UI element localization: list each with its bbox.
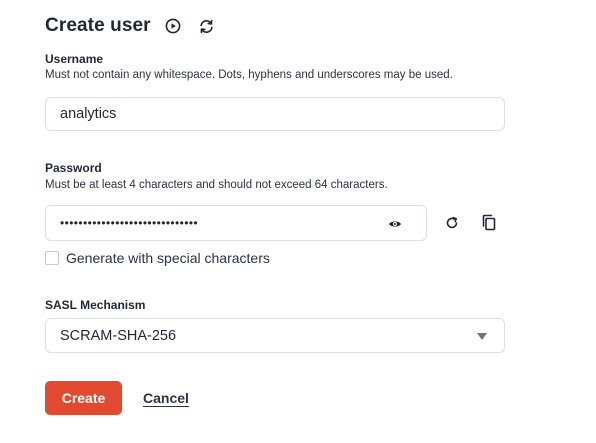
- header: Create user: [45, 13, 216, 39]
- password-value: ••••••••••••••••••••••••••••••: [60, 216, 199, 230]
- special-characters-label: Generate with special characters: [66, 250, 270, 266]
- username-help-text: Must not contain any whitespace. Dots, h…: [45, 69, 453, 81]
- password-input[interactable]: ••••••••••••••••••••••••••••••: [45, 205, 427, 241]
- sasl-label: SASL Mechanism: [45, 298, 146, 312]
- cancel-link[interactable]: Cancel: [143, 390, 189, 406]
- refresh-icon[interactable]: [198, 17, 216, 35]
- username-input[interactable]: analytics: [45, 97, 505, 131]
- eye-icon[interactable]: [388, 217, 402, 231]
- password-label: Password: [45, 161, 102, 175]
- special-characters-toggle[interactable]: Generate with special characters: [45, 250, 270, 266]
- username-label: Username: [45, 52, 104, 66]
- chevron-down-icon: [477, 333, 487, 340]
- create-button[interactable]: Create: [45, 381, 122, 415]
- username-value: analytics: [60, 106, 117, 122]
- regenerate-icon[interactable]: [442, 213, 462, 233]
- copy-icon[interactable]: [479, 213, 499, 233]
- sasl-mechanism-select[interactable]: SCRAM-SHA-256: [45, 318, 505, 353]
- sasl-selected-value: SCRAM-SHA-256: [60, 327, 177, 344]
- password-help-text: Must be at least 4 characters and should…: [45, 179, 388, 191]
- play-circle-icon[interactable]: [164, 17, 182, 35]
- page-title: Create user: [45, 15, 151, 36]
- special-characters-checkbox[interactable]: [45, 251, 59, 265]
